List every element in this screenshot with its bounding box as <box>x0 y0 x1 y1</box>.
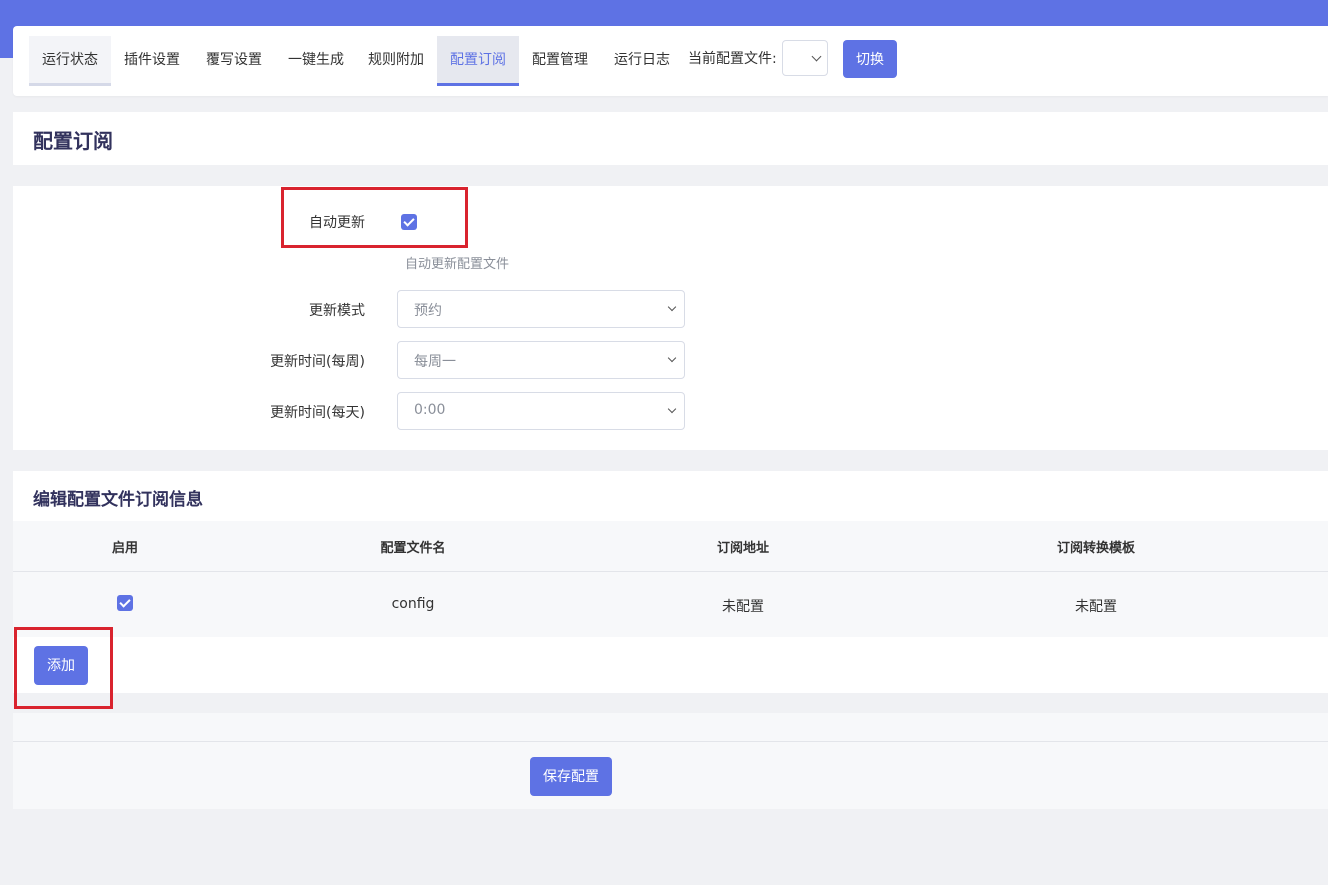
weekly-time-value: 每周一 <box>414 354 456 370</box>
chevron-down-icon <box>667 404 677 414</box>
tab-override-settings[interactable]: 覆写设置 <box>193 36 275 86</box>
row-subscription-url: 未配置 <box>722 599 764 615</box>
column-header-template: 订阅转换模板 <box>1056 541 1136 556</box>
row-config-name: config <box>391 596 435 612</box>
column-header-subscription-url: 订阅地址 <box>716 541 770 556</box>
daily-time-label: 更新时间(每天) <box>270 405 365 421</box>
footer-divider <box>13 713 1328 742</box>
highlight-box-add <box>14 627 113 709</box>
column-header-enabled: 启用 <box>111 541 139 556</box>
current-config-label: 当前配置文件: <box>688 51 777 67</box>
page-title-card: 配置订阅 <box>13 112 1328 165</box>
chevron-down-icon <box>667 353 677 363</box>
config-file-select[interactable] <box>782 40 828 76</box>
update-mode-value: 预约 <box>414 303 442 319</box>
tab-run-status[interactable]: 运行状态 <box>29 36 111 86</box>
auto-update-hint: 自动更新配置文件 <box>405 257 510 272</box>
row-enabled-checkbox[interactable] <box>117 595 133 611</box>
page-title: 配置订阅 <box>33 129 113 153</box>
weekly-time-label: 更新时间(每周) <box>270 354 365 370</box>
switch-button[interactable]: 切换 <box>843 40 897 78</box>
daily-time-select[interactable]: 0:00 <box>397 392 685 430</box>
table-row: config 未配置 未配置 <box>13 572 1328 637</box>
save-config-button[interactable]: 保存配置 <box>530 757 612 796</box>
add-row-area: 添加 <box>13 637 1328 693</box>
tab-one-click-generate[interactable]: 一键生成 <box>275 36 357 86</box>
tab-config-subscription[interactable]: 配置订阅 <box>437 36 519 86</box>
update-mode-label: 更新模式 <box>309 303 365 319</box>
tab-plugin-settings[interactable]: 插件设置 <box>111 36 193 86</box>
tab-config-management[interactable]: 配置管理 <box>519 36 601 86</box>
update-mode-select[interactable]: 预约 <box>397 290 685 328</box>
tab-bar: 运行状态 插件设置 覆写设置 一键生成 规则附加 配置订阅 配置管理 运行日志 … <box>13 26 1328 96</box>
chevron-down-icon <box>667 302 677 312</box>
column-header-config-name: 配置文件名 <box>380 541 446 556</box>
auto-update-card: 自动更新 自动更新配置文件 更新模式 预约 更新时间(每周) 每周一 更新时间(… <box>13 186 1328 450</box>
chevron-down-icon <box>811 51 822 62</box>
row-template: 未配置 <box>1075 599 1117 615</box>
auto-update-checkbox[interactable] <box>401 214 417 230</box>
auto-update-label: 自动更新 <box>309 215 365 231</box>
subscription-table-card: 编辑配置文件订阅信息 启用 配置文件名 订阅地址 订阅转换模板 config 未… <box>13 471 1328 693</box>
table-header: 启用 配置文件名 订阅地址 订阅转换模板 <box>13 521 1328 572</box>
daily-time-value: 0:00 <box>414 402 446 418</box>
weekly-time-select[interactable]: 每周一 <box>397 341 685 379</box>
subscription-section-title: 编辑配置文件订阅信息 <box>33 490 203 510</box>
tab-rule-append[interactable]: 规则附加 <box>355 36 437 86</box>
tab-run-log[interactable]: 运行日志 <box>601 36 683 86</box>
footer-actions: 保存配置 <box>13 742 1328 809</box>
